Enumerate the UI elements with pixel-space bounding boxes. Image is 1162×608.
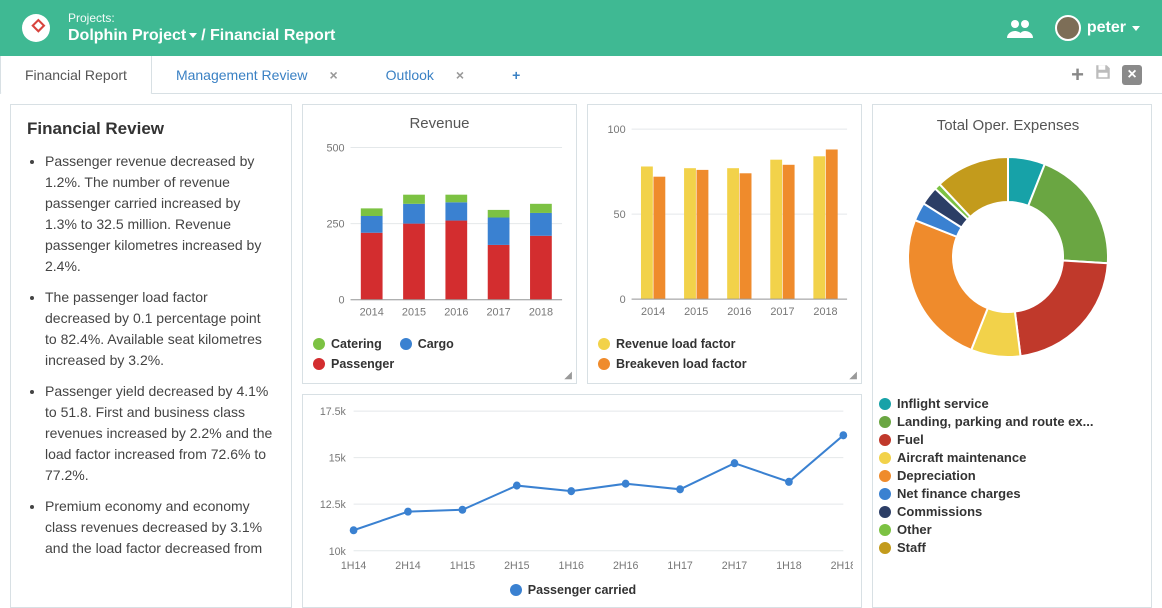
svg-text:2016: 2016: [444, 307, 468, 319]
svg-text:1H14: 1H14: [341, 560, 366, 572]
svg-text:2H14: 2H14: [395, 560, 420, 572]
tabbar: Financial Report Management Review × Out…: [0, 56, 1162, 94]
svg-text:2014: 2014: [641, 306, 665, 318]
projects-label: Projects:: [68, 11, 335, 25]
svg-text:50: 50: [614, 209, 626, 221]
avatar: [1055, 15, 1081, 41]
list-item: Passenger revenue decreased by 1.2%. The…: [45, 151, 275, 277]
topbar: Projects: Dolphin Project / Financial Re…: [0, 0, 1162, 56]
close-panel-icon[interactable]: ×: [1122, 65, 1142, 85]
svg-text:2H16: 2H16: [613, 560, 638, 572]
loadfactor-chart: 0 50 100 2014 2015 2016 2017 2018 Revenue load …: [587, 104, 862, 384]
charts-column: Revenue 025050020142015201620172018 Cate…: [302, 104, 862, 608]
svg-text:2018: 2018: [529, 307, 553, 319]
svg-text:0: 0: [620, 294, 626, 306]
chart-title: Revenue: [311, 115, 568, 132]
chart-legend: Passenger carried: [311, 575, 853, 603]
svg-text:0: 0: [339, 295, 345, 307]
tab-label: Financial Report: [25, 67, 127, 83]
financial-review-panel: Financial Review Passenger revenue decre…: [10, 104, 292, 608]
team-icon[interactable]: [1007, 18, 1035, 38]
user-name: peter: [1087, 19, 1126, 37]
chart-legend: CateringCargoPassenger: [311, 329, 568, 377]
page-title: Financial Report: [210, 27, 335, 44]
svg-text:2H17: 2H17: [722, 560, 747, 572]
revenue-chart: Revenue 0 250 500 2014 2015 2016 2017 2018 Cate…: [302, 104, 577, 384]
svg-text:1H17: 1H17: [667, 560, 692, 572]
list-item: The passenger load factor decreased by 0…: [45, 287, 275, 371]
review-list: Passenger revenue decreased by 1.2%. The…: [27, 151, 275, 559]
chevron-down-icon: [1132, 26, 1140, 31]
plus-icon[interactable]: +: [1071, 62, 1084, 88]
add-tab-button[interactable]: +: [488, 56, 544, 93]
chart-legend: Inflight serviceLanding, parking and rou…: [879, 396, 1137, 555]
breadcrumb: Projects: Dolphin Project / Financial Re…: [68, 11, 335, 45]
svg-text:2H18: 2H18: [831, 560, 853, 572]
project-selector[interactable]: Dolphin Project: [68, 27, 186, 44]
list-item: Passenger yield decreased by 4.1% to 51.…: [45, 381, 275, 486]
resize-handle-icon[interactable]: ◢: [849, 370, 857, 381]
svg-text:17.5k: 17.5k: [320, 406, 347, 418]
svg-text:1H18: 1H18: [776, 560, 801, 572]
svg-text:1H15: 1H15: [450, 560, 475, 572]
tab-financial-report[interactable]: Financial Report: [0, 56, 152, 94]
svg-text:2018: 2018: [813, 306, 837, 318]
list-item: Premium economy and economy class revenu…: [45, 496, 275, 559]
tab-outlook[interactable]: Outlook ×: [362, 56, 488, 93]
panel-heading: Financial Review: [27, 119, 275, 139]
svg-text:15k: 15k: [329, 452, 347, 464]
svg-text:2014: 2014: [360, 307, 384, 319]
svg-text:2017: 2017: [487, 307, 511, 319]
tab-management-review[interactable]: Management Review ×: [152, 56, 362, 93]
passengers-chart: 10k 12.5k 15k 17.5k 1H14 2H14 1H15 2H15 1H16 2H16…: [302, 394, 862, 608]
svg-text:500: 500: [326, 142, 344, 154]
svg-text:12.5k: 12.5k: [320, 499, 347, 511]
close-icon[interactable]: ×: [329, 67, 337, 83]
user-menu[interactable]: peter: [1049, 15, 1140, 41]
svg-text:2015: 2015: [684, 306, 708, 318]
app-logo[interactable]: [22, 14, 50, 42]
svg-text:2017: 2017: [770, 306, 794, 318]
chevron-down-icon[interactable]: [189, 33, 197, 38]
svg-text:100: 100: [608, 124, 626, 136]
svg-text:10k: 10k: [329, 546, 347, 558]
expenses-chart: Total Oper. Expenses Inflight serviceLan…: [872, 104, 1152, 608]
svg-text:1H16: 1H16: [559, 560, 584, 572]
svg-text:250: 250: [326, 219, 344, 231]
tab-label: Outlook: [386, 67, 434, 83]
svg-text:2015: 2015: [402, 307, 426, 319]
resize-handle-icon[interactable]: ◢: [564, 370, 572, 381]
svg-text:2016: 2016: [727, 306, 751, 318]
tab-label: Management Review: [176, 67, 308, 83]
chart-legend: Revenue load factorBreakeven load factor: [596, 329, 853, 377]
workarea: Financial Review Passenger revenue decre…: [0, 94, 1162, 608]
svg-text:2H15: 2H15: [504, 560, 529, 572]
save-icon[interactable]: [1094, 63, 1112, 86]
chart-title: Total Oper. Expenses: [879, 117, 1137, 134]
close-icon[interactable]: ×: [456, 67, 464, 83]
